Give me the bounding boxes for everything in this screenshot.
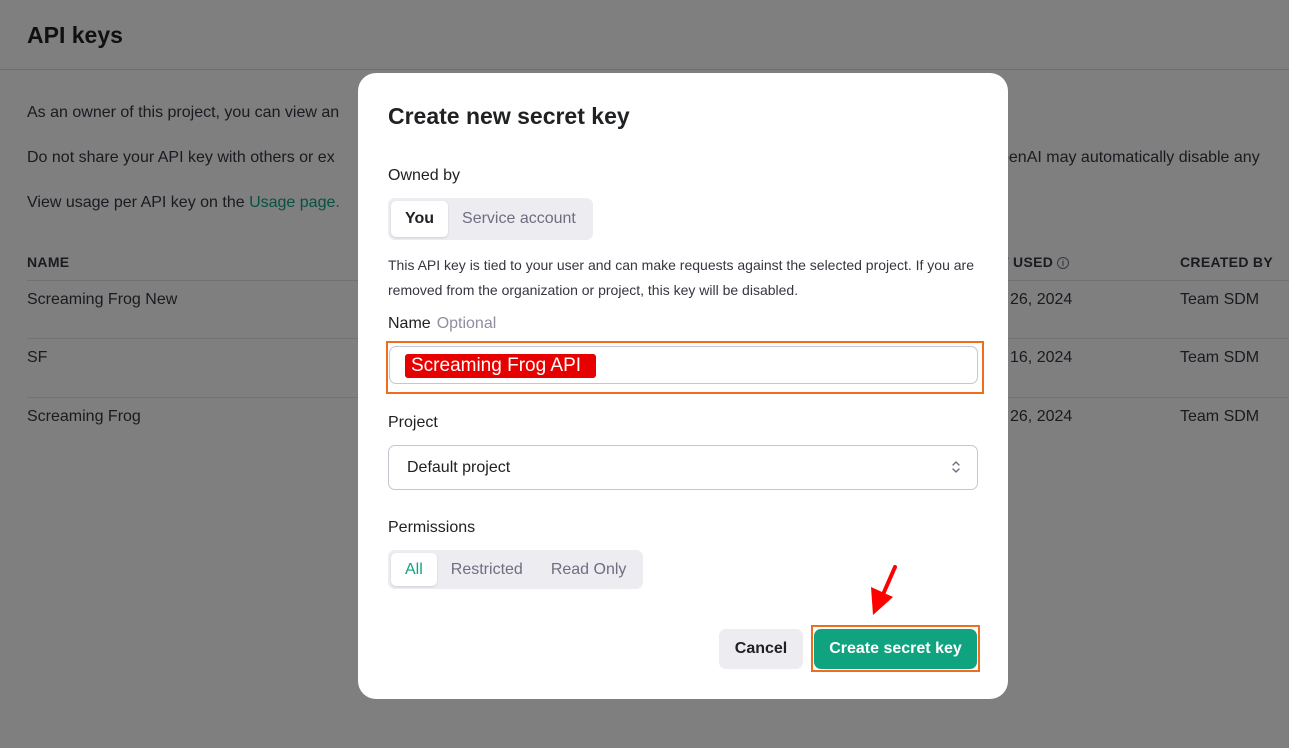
cancel-button[interactable]: Cancel: [719, 629, 803, 669]
dialog-title: Create new secret key: [388, 103, 630, 129]
permission-option-all[interactable]: All: [391, 553, 437, 586]
owner-toggle: You Service account: [388, 198, 593, 240]
name-optional-text: Optional: [436, 315, 497, 332]
name-label: Name Optional: [388, 315, 496, 333]
owner-option-you[interactable]: You: [391, 201, 449, 237]
create-secret-key-dialog: Create new secret key Owned by You Servi…: [358, 73, 1008, 699]
create-secret-key-button[interactable]: Create secret key: [814, 629, 977, 669]
project-select[interactable]: Default project: [388, 445, 978, 490]
permissions-label: Permissions: [388, 519, 476, 536]
red-arrow-icon: [871, 565, 897, 615]
permissions-toggle: All Restricted Read Only: [388, 550, 644, 589]
name-input-value: Screaming Frog API: [405, 354, 597, 378]
owner-hint-text: This API key is tied to your user and ca…: [388, 257, 974, 298]
project-label: Project: [388, 414, 438, 431]
permission-option-read-only[interactable]: Read Only: [537, 553, 641, 586]
permission-option-restricted[interactable]: Restricted: [437, 553, 537, 586]
name-label-text: Name: [388, 315, 431, 332]
project-select-value: Default project: [407, 459, 511, 476]
chevron-up-down-icon: [952, 461, 960, 473]
owned-by-label: Owned by: [388, 167, 461, 184]
name-input[interactable]: Screaming Frog API: [389, 346, 978, 384]
owner-option-service-account[interactable]: Service account: [448, 201, 590, 237]
